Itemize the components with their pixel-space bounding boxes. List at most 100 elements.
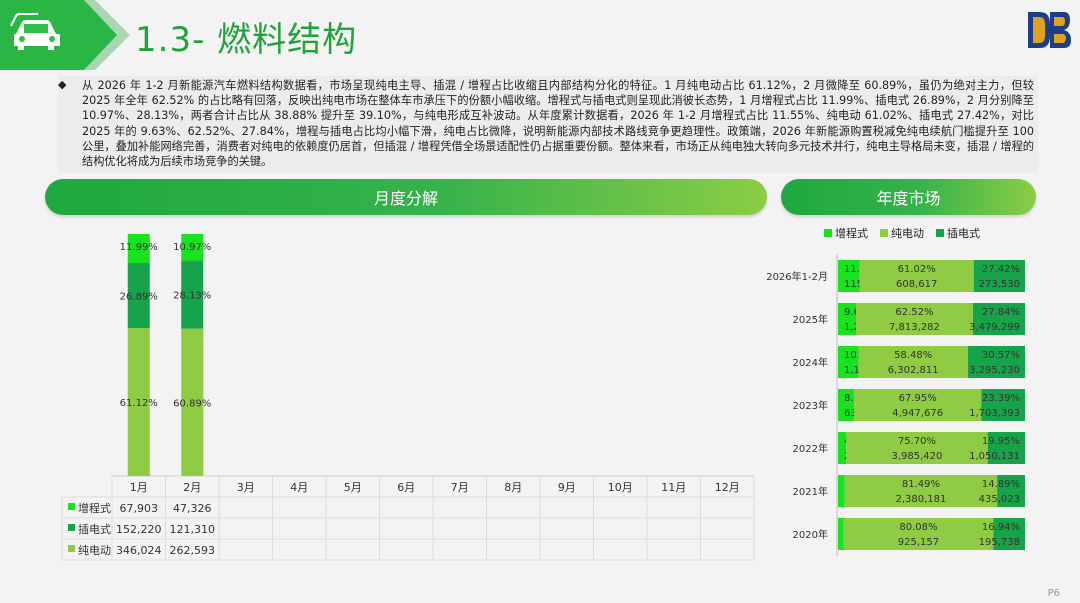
table-cell: 121,310 xyxy=(170,523,216,536)
bullet-icon: ◆ xyxy=(58,78,67,91)
data-label-pct: 27.42% xyxy=(982,264,1020,275)
y-tick-label: 2025年 xyxy=(793,313,828,326)
legend-label-bev: 纯电动 xyxy=(891,227,924,240)
x-tick-label: 7月 xyxy=(451,481,469,494)
x-tick-label: 1月 xyxy=(130,481,148,494)
x-tick-label: 9月 xyxy=(558,481,576,494)
table-legend-swatch xyxy=(68,524,75,531)
data-label-value: 273,530 xyxy=(979,279,1020,290)
bar-segment xyxy=(844,475,998,507)
bar-segment xyxy=(972,303,1025,335)
data-label-value: 4,947,676 xyxy=(892,408,943,419)
data-label-pct: 16.94% xyxy=(982,522,1020,533)
data-label-pct: 10.94% xyxy=(844,350,882,361)
data-label-value: 3,985,420 xyxy=(891,451,942,462)
bar-segment xyxy=(127,263,150,329)
data-label-pct: 11.55% xyxy=(844,264,882,275)
bar-segment xyxy=(997,475,1025,507)
data-label-pct: 62.52% xyxy=(895,307,933,318)
page-number: P6 xyxy=(1047,588,1060,599)
bar-segment xyxy=(838,389,855,421)
data-label-value: 1,703,393 xyxy=(969,408,1020,419)
data-label-pct: 75.70% xyxy=(898,436,936,447)
table-cell: 67,903 xyxy=(120,502,159,515)
bar-segment xyxy=(838,346,859,378)
summary-box: ◆ 从 2026 年 1-2 月新能源汽车燃料结构数据看，市场呈现纯电主导、插混… xyxy=(58,76,1038,174)
x-tick-label: 11月 xyxy=(661,481,686,494)
bar-segment xyxy=(181,234,204,261)
table-row-label: 纯电动 xyxy=(78,544,111,557)
legend-swatch-erev xyxy=(824,229,832,237)
legend-swatch-bev xyxy=(880,229,888,237)
data-label-value: 1,179,611 xyxy=(844,365,895,376)
legend-swatch-phev xyxy=(936,229,944,237)
data-label-value: 2,380,181 xyxy=(895,494,946,505)
data-label-pct: 8.65% xyxy=(844,393,876,404)
bar-segment xyxy=(181,328,204,476)
bar-segment xyxy=(981,389,1025,421)
bar-segment xyxy=(838,518,844,550)
car-icon xyxy=(10,13,60,50)
data-label-value: 195,738 xyxy=(979,537,1020,548)
data-label-pct: 27.84% xyxy=(982,307,1020,318)
data-label-pct: 9.63% xyxy=(844,307,876,318)
x-tick-label: 3月 xyxy=(237,481,255,494)
data-label-value: 34,449 xyxy=(844,537,879,548)
x-tick-label: 4月 xyxy=(290,481,308,494)
x-tick-label: 8月 xyxy=(504,481,522,494)
annual-section-header: 年度市场 xyxy=(781,179,1036,215)
bar-segment xyxy=(843,518,994,550)
data-label: 28.13% xyxy=(173,291,211,302)
bar-segment xyxy=(838,260,860,292)
page-title: 1.3- 燃料结构 xyxy=(135,20,358,60)
bar-segment xyxy=(856,303,973,335)
db-logo-icon xyxy=(1028,12,1071,48)
y-tick-label: 2026年1-2月 xyxy=(766,270,828,283)
data-label-value: 229,234 xyxy=(844,451,885,462)
data-label-pct: 2.98% xyxy=(844,522,876,533)
x-tick-label: 6月 xyxy=(397,481,415,494)
y-tick-label: 2023年 xyxy=(793,399,828,412)
y-tick-label: 2021年 xyxy=(793,485,828,498)
y-tick-label: 2024年 xyxy=(793,356,828,369)
x-tick-label: 10月 xyxy=(608,481,633,494)
monthly-section-header: 月度分解 xyxy=(45,179,767,215)
y-tick-label: 2020年 xyxy=(793,528,828,541)
table-legend-swatch xyxy=(68,545,75,552)
data-label-value: 1,050,131 xyxy=(969,451,1020,462)
y-tick-label: 2022年 xyxy=(793,442,828,455)
data-label-value: 105,465 xyxy=(844,494,885,505)
bar-segment xyxy=(127,328,150,476)
bar-segment xyxy=(838,475,845,507)
data-label: 26.89% xyxy=(120,292,158,303)
data-label-value: 7,813,282 xyxy=(889,322,940,333)
data-label: 61.12% xyxy=(120,398,158,409)
data-label-value: 115,229 xyxy=(844,279,885,290)
bar-segment xyxy=(127,234,150,264)
bar-segment xyxy=(973,260,1025,292)
data-label-pct: 58.48% xyxy=(894,350,932,361)
bar-segment xyxy=(859,260,974,292)
data-label-pct: 61.02% xyxy=(898,264,936,275)
x-tick-label: 2月 xyxy=(183,481,201,494)
data-label-value: 1,203,931 xyxy=(844,322,895,333)
data-label-value: 925,157 xyxy=(898,537,939,548)
data-label: 60.89% xyxy=(173,398,211,409)
data-label-value: 3,295,230 xyxy=(969,365,1020,376)
legend-item-phev: 插电式 xyxy=(936,225,980,241)
data-label-pct: 81.49% xyxy=(902,479,940,490)
data-label-value: 630,076 xyxy=(844,408,885,419)
data-label-pct: 67.95% xyxy=(899,393,937,404)
data-label-pct: 14.89% xyxy=(982,479,1020,490)
bar-segment xyxy=(846,432,988,464)
table-row-label: 增程式 xyxy=(78,501,111,515)
data-label-value: 608,617 xyxy=(896,279,937,290)
data-label-pct: 3.61% xyxy=(844,479,876,490)
table-cell: 262,593 xyxy=(170,544,216,557)
data-label: 11.99% xyxy=(120,242,158,253)
data-label-pct: 23.39% xyxy=(982,393,1020,404)
data-label-pct: 80.08% xyxy=(899,522,937,533)
bar-segment xyxy=(987,432,1025,464)
data-label-value: 6,302,811 xyxy=(888,365,939,376)
summary-text: 从 2026 年 1-2 月新能源汽车燃料结构数据看，市场呈现纯电主导、插混 /… xyxy=(82,79,1034,169)
